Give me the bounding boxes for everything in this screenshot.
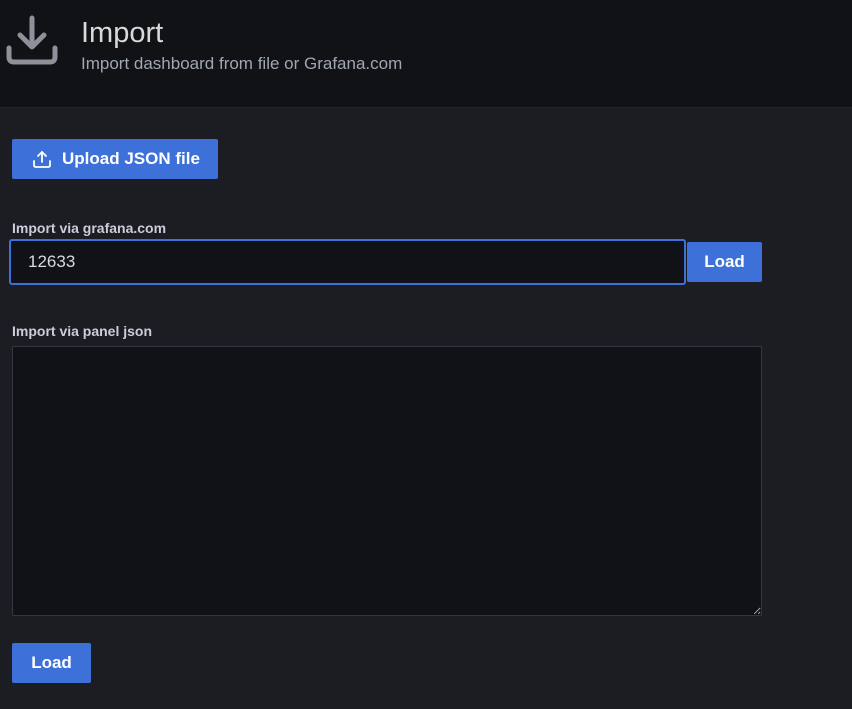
upload-json-button[interactable]: Upload JSON file xyxy=(12,139,218,179)
upload-icon xyxy=(33,151,51,168)
panel-json-textarea[interactable] xyxy=(12,346,762,616)
grafana-import-label: Import via grafana.com xyxy=(12,220,167,236)
grafana-load-button[interactable]: Load xyxy=(687,242,762,282)
page-title: Import xyxy=(81,17,164,49)
import-page: Import Import dashboard from file or Gra… xyxy=(0,0,852,709)
panel-json-load-button[interactable]: Load xyxy=(12,643,91,683)
panel-json-label: Import via panel json xyxy=(12,323,153,339)
download-icon xyxy=(6,15,58,65)
upload-json-label: Upload JSON file xyxy=(62,149,200,168)
grafana-id-input[interactable] xyxy=(9,239,686,285)
page-subtitle: Import dashboard from file or Grafana.co… xyxy=(81,54,403,73)
page-header: Import Import dashboard from file or Gra… xyxy=(0,0,852,108)
